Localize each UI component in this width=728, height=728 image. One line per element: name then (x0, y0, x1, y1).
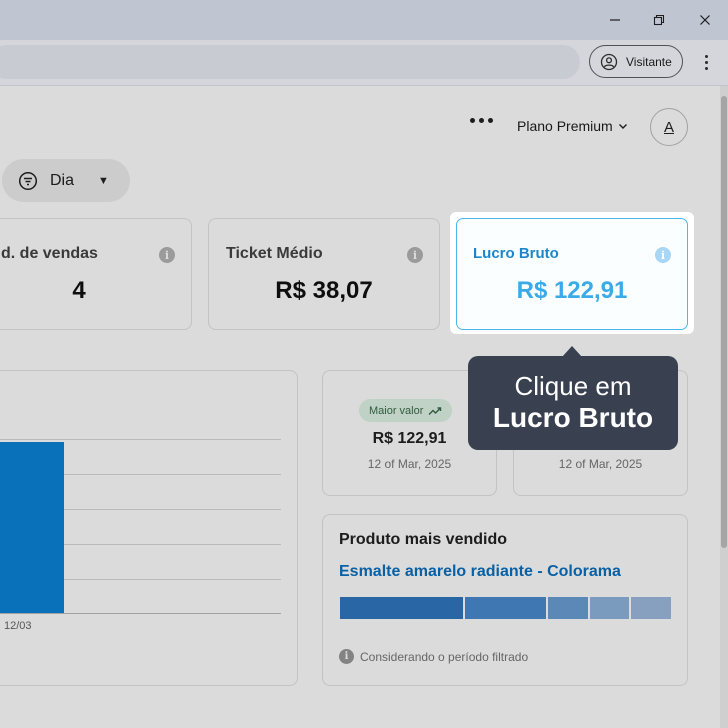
top-product-title: Produto mais vendido (339, 531, 508, 548)
address-bar[interactable] (0, 45, 580, 79)
product-segment[interactable] (631, 597, 671, 619)
more-options-icon[interactable] (470, 118, 493, 123)
product-segment[interactable] (548, 597, 588, 619)
kpi-value: R$ 122,91 (516, 277, 628, 304)
gridline (0, 439, 281, 440)
plan-dropdown[interactable]: Plano Premium (517, 118, 629, 134)
tooltip-line2: Lucro Bruto (492, 402, 654, 433)
chart-bar[interactable] (0, 442, 64, 613)
info-icon[interactable]: i (655, 247, 671, 263)
top-product-name[interactable]: Esmalte amarelo radiante - Colorama (339, 563, 621, 581)
filter-icon (18, 171, 38, 190)
close-icon[interactable] (690, 8, 720, 32)
period-note: i Considerando o período filtrado (339, 649, 528, 664)
caret-down-icon: ▼ (98, 174, 109, 187)
kpi-label: Ticket Médio (226, 245, 323, 262)
kpi-label: d. de vendas (1, 245, 98, 262)
kpi-card-ticket-medio[interactable]: Ticket Médio i R$ 38,07 (208, 218, 440, 330)
plan-label: Plano Premium (517, 118, 613, 134)
stat-date: 12 of Mar, 2025 (367, 457, 452, 471)
sales-chart-card: 12/03 (0, 370, 298, 686)
kpi-label: Lucro Bruto (473, 245, 559, 262)
top-product-card: Produto mais vendido Esmalte amarelo rad… (322, 514, 688, 686)
avatar[interactable]: A (650, 108, 688, 146)
info-icon[interactable]: i (407, 247, 423, 263)
x-tick-label: 12/03 (4, 620, 32, 632)
scrollbar[interactable] (720, 86, 728, 728)
spotlight-frame: Lucro Bruto i R$ 122,91 (452, 214, 692, 332)
browser-titlebar (0, 0, 728, 40)
badge-label: Maior valor (369, 404, 424, 417)
trend-up-icon (428, 406, 442, 415)
kpi-value: R$ 38,07 (275, 277, 373, 304)
kpi-value: 4 (72, 277, 86, 304)
browser-menu-icon[interactable] (696, 50, 716, 74)
kpi-card-sales-qty[interactable]: d. de vendas i 4 (0, 218, 192, 330)
period-note-text: Considerando o período filtrado (360, 649, 529, 664)
profile-label: Visitante (626, 54, 672, 69)
info-icon: i (339, 649, 354, 664)
restore-icon[interactable] (644, 8, 674, 32)
product-segment[interactable] (590, 597, 629, 619)
tooltip-line1: Clique em (514, 371, 632, 401)
profile-icon (600, 53, 618, 70)
product-segment[interactable] (340, 597, 463, 619)
x-axis-line (0, 613, 281, 614)
minimize-icon[interactable] (600, 8, 630, 32)
info-icon[interactable]: i (159, 247, 175, 263)
browser-toolbar: Visitante (0, 40, 728, 86)
max-value-badge: Maior valor (359, 399, 453, 422)
product-segment[interactable] (465, 597, 546, 619)
profile-button[interactable]: Visitante (589, 45, 683, 78)
period-filter-dropdown[interactable]: Dia ▼ (2, 159, 130, 202)
avatar-letter: A (663, 118, 674, 136)
filter-label: Dia (50, 171, 75, 189)
kpi-card-lucro-bruto[interactable]: Lucro Bruto i R$ 122,91 (456, 218, 688, 330)
stat-date: 12 of Mar, 2025 (558, 457, 643, 471)
chevron-down-icon (618, 124, 627, 129)
tour-tooltip[interactable]: Clique em Lucro Bruto (468, 346, 678, 450)
scrollbar-thumb[interactable] (721, 96, 727, 548)
